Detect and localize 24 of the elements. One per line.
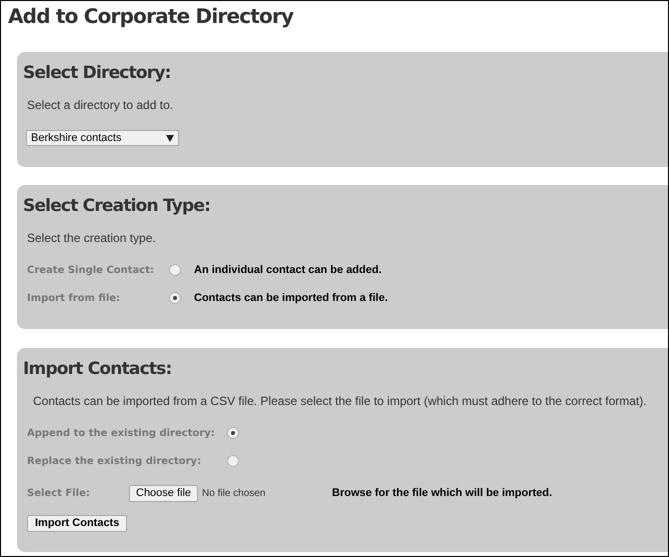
field-label: Create Single Contact: <box>27 264 156 278</box>
radio-button[interactable] <box>169 292 181 304</box>
field-label: Replace the existing directory: <box>27 454 202 468</box>
section-heading: Select Creation Type: <box>23 195 210 217</box>
choose-file-button[interactable]: Choose file <box>129 484 198 502</box>
section-description: Select the creation type. <box>27 231 156 245</box>
option-description: An individual contact can be added. <box>194 262 382 278</box>
file-status: No file chosen <box>202 486 266 500</box>
page-title: Add to Corporate Directory <box>8 3 294 29</box>
file-hint: Browse for the file which will be imported. <box>332 486 552 501</box>
radio-button[interactable] <box>227 427 239 439</box>
directory-dropdown[interactable]: Berkshire contacts <box>26 130 179 146</box>
field-label: Import from file: <box>27 292 122 306</box>
section-description: Select a directory to add to. <box>27 98 174 112</box>
field-label: Select File: <box>27 486 91 500</box>
field-label: Append to the existing directory: <box>27 426 216 440</box>
radio-button[interactable] <box>227 455 239 467</box>
radio-button[interactable] <box>169 264 181 276</box>
section-heading: Select Directory: <box>23 62 171 84</box>
import-contacts-button[interactable]: Import Contacts <box>27 514 128 532</box>
section-heading: Import Contacts: <box>23 358 172 380</box>
section-description: Contacts can be imported from a CSV file. Please select the file to import (which must adhere to the correct format). <box>33 394 647 408</box>
caret-icon <box>166 134 174 142</box>
option-description: Contacts can be imported from a file. <box>194 290 388 306</box>
